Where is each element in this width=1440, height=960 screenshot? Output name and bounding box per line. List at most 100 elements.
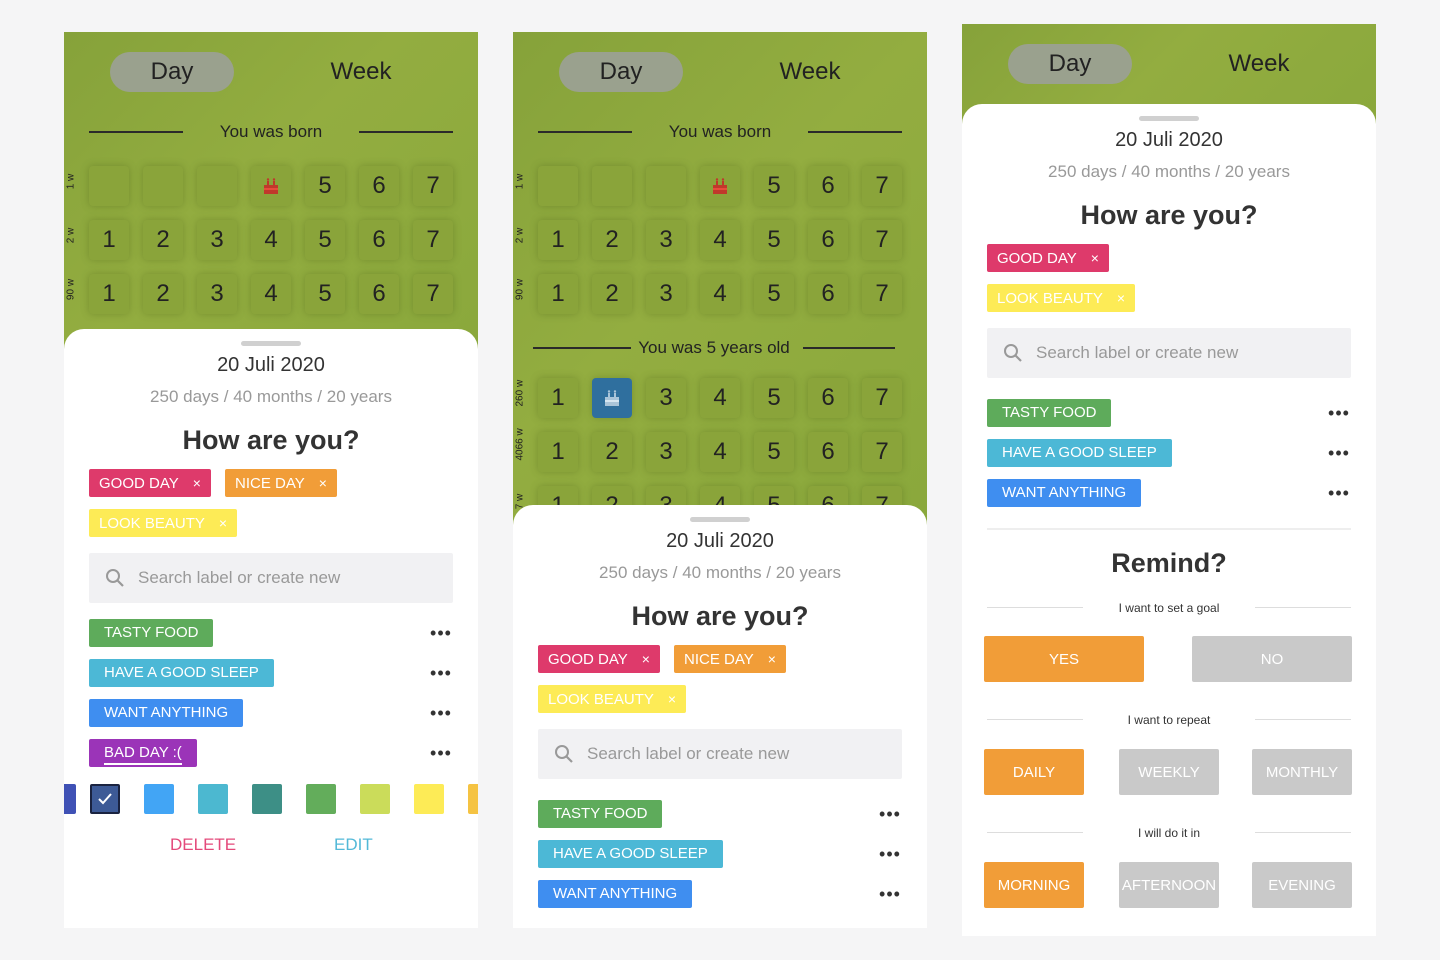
day-cell[interactable]: 5 <box>754 166 794 206</box>
label-good-sleep[interactable]: HAVE A GOOD SLEEP <box>538 840 723 868</box>
afternoon-button[interactable]: AFTERNOON <box>1119 862 1219 908</box>
day-cell[interactable]: 6 <box>808 378 848 418</box>
search-input[interactable]: Search label or create new <box>987 328 1351 378</box>
label-bad-day-editing[interactable]: BAD DAY :( <box>89 739 197 767</box>
color-swatch[interactable] <box>198 784 228 814</box>
day-cell[interactable]: 4 <box>700 432 740 472</box>
selected-tag-good-day[interactable]: GOOD DAY × <box>538 645 660 673</box>
color-swatch[interactable] <box>306 784 336 814</box>
day-cell[interactable]: 6 <box>359 166 399 206</box>
drag-handle[interactable] <box>690 517 750 522</box>
day-cell[interactable]: 4 <box>700 378 740 418</box>
day-cell[interactable]: 5 <box>754 432 794 472</box>
day-cell[interactable]: 1 <box>538 274 578 314</box>
day-cell[interactable]: 7 <box>862 220 902 260</box>
search-input[interactable]: Search label or create new <box>89 553 453 603</box>
label-want-anything[interactable]: WANT ANYTHING <box>538 880 693 908</box>
daily-button[interactable]: DAILY <box>984 749 1084 795</box>
day-cell[interactable]: 5 <box>305 166 345 206</box>
label-good-sleep[interactable]: HAVE A GOOD SLEEP <box>987 439 1172 467</box>
label-tasty-food[interactable]: TASTY FOOD <box>538 800 663 828</box>
day-cell[interactable]: 4 <box>251 220 291 260</box>
more-options-icon[interactable]: ••• <box>429 664 453 682</box>
label-want-anything[interactable]: WANT ANYTHING <box>89 699 244 727</box>
day-cell[interactable]: 3 <box>646 274 686 314</box>
day-cell[interactable]: 5 <box>305 274 345 314</box>
color-swatch[interactable] <box>144 784 174 814</box>
evening-button[interactable]: EVENING <box>1252 862 1352 908</box>
selected-tag-good-day[interactable]: GOOD DAY × <box>89 469 211 497</box>
day-cell[interactable]: 1 <box>89 274 129 314</box>
selected-tag-good-day[interactable]: GOOD DAY × <box>987 244 1109 272</box>
remove-tag-icon[interactable]: × <box>219 515 227 531</box>
color-swatch[interactable] <box>360 784 390 814</box>
color-swatch-selected[interactable] <box>90 784 120 814</box>
color-swatch[interactable] <box>414 784 444 814</box>
weekly-button[interactable]: WEEKLY <box>1119 749 1219 795</box>
day-cell[interactable]: 5 <box>754 378 794 418</box>
day-cell[interactable]: 3 <box>646 432 686 472</box>
remove-tag-icon[interactable]: × <box>1091 250 1099 266</box>
label-tasty-food[interactable]: TASTY FOOD <box>89 619 214 647</box>
day-cell[interactable]: 4 <box>251 274 291 314</box>
week-toggle[interactable]: Week <box>296 52 426 92</box>
today-cake-cell[interactable] <box>592 378 632 418</box>
day-cell[interactable]: 5 <box>754 274 794 314</box>
more-options-icon[interactable]: ••• <box>878 805 902 823</box>
more-options-icon[interactable]: ••• <box>429 704 453 722</box>
day-cell[interactable]: 1 <box>538 220 578 260</box>
delete-button[interactable]: DELETE <box>170 835 236 855</box>
day-cell[interactable]: 3 <box>197 220 237 260</box>
day-cell[interactable]: 1 <box>89 220 129 260</box>
label-want-anything[interactable]: WANT ANYTHING <box>987 479 1142 507</box>
day-cell[interactable]: 1 <box>538 378 578 418</box>
week-toggle[interactable]: Week <box>1194 44 1324 84</box>
day-cell[interactable]: 7 <box>862 378 902 418</box>
remove-tag-icon[interactable]: × <box>1117 290 1125 306</box>
remove-tag-icon[interactable]: × <box>642 651 650 667</box>
day-cell[interactable]: 7 <box>862 432 902 472</box>
more-options-icon[interactable]: ••• <box>878 845 902 863</box>
day-cell[interactable]: 7 <box>413 220 453 260</box>
day-cell[interactable]: 3 <box>646 378 686 418</box>
day-cell[interactable]: 7 <box>413 274 453 314</box>
day-cell[interactable]: 2 <box>592 432 632 472</box>
edit-button[interactable]: EDIT <box>334 835 373 855</box>
day-cell[interactable]: 2 <box>592 274 632 314</box>
day-cell[interactable]: 3 <box>646 220 686 260</box>
more-options-icon[interactable]: ••• <box>1327 484 1351 502</box>
drag-handle[interactable] <box>241 341 301 346</box>
more-options-icon[interactable]: ••• <box>1327 444 1351 462</box>
selected-tag-look-beauty[interactable]: LOOK BEAUTY × <box>538 685 687 713</box>
day-cell[interactable]: 2 <box>592 220 632 260</box>
more-options-icon[interactable]: ••• <box>1327 404 1351 422</box>
birthday-cake-cell[interactable] <box>700 166 740 206</box>
label-edit-field[interactable]: BAD DAY :( <box>104 744 182 765</box>
week-toggle[interactable]: Week <box>745 52 875 92</box>
selected-tag-look-beauty[interactable]: LOOK BEAUTY × <box>987 284 1136 312</box>
day-cell[interactable]: 4 <box>700 274 740 314</box>
remove-tag-icon[interactable]: × <box>768 651 776 667</box>
more-options-icon[interactable]: ••• <box>429 744 453 762</box>
remove-tag-icon[interactable]: × <box>319 475 327 491</box>
drag-handle[interactable] <box>1139 116 1199 121</box>
more-options-icon[interactable]: ••• <box>878 885 902 903</box>
day-cell[interactable]: 3 <box>197 274 237 314</box>
day-cell[interactable]: 5 <box>754 220 794 260</box>
day-cell[interactable]: 6 <box>359 274 399 314</box>
color-swatch[interactable] <box>64 784 76 814</box>
no-button[interactable]: NO <box>1192 636 1352 682</box>
remove-tag-icon[interactable]: × <box>668 691 676 707</box>
day-cell[interactable]: 6 <box>359 220 399 260</box>
day-cell[interactable]: 4 <box>700 220 740 260</box>
remove-tag-icon[interactable]: × <box>193 475 201 491</box>
day-cell[interactable]: 2 <box>143 220 183 260</box>
monthly-button[interactable]: MONTHLY <box>1252 749 1352 795</box>
day-cell[interactable]: 6 <box>808 432 848 472</box>
day-cell[interactable]: 6 <box>808 274 848 314</box>
color-swatch[interactable] <box>252 784 282 814</box>
morning-button[interactable]: MORNING <box>984 862 1084 908</box>
color-swatch[interactable] <box>468 784 478 814</box>
day-toggle[interactable]: Day <box>1008 44 1132 84</box>
selected-tag-look-beauty[interactable]: LOOK BEAUTY × <box>89 509 238 537</box>
